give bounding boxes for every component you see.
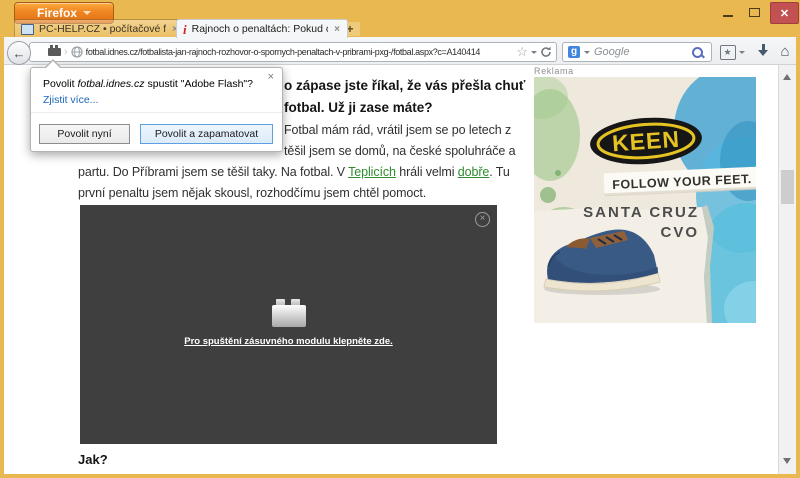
- tab-close-icon[interactable]: ×: [333, 24, 341, 35]
- idnes-favicon-icon: i: [183, 25, 187, 34]
- reload-icon[interactable]: [540, 46, 552, 58]
- tab-title: PC-HELP.CZ • počítačové fórum a pc...: [39, 23, 166, 35]
- flash-permission-popup: × Povolit fotbal.idnes.cz spustit "Adobe…: [30, 67, 283, 152]
- browser-window: Firefox ✕ PC-HELP.CZ • počítačové fórum …: [0, 0, 800, 478]
- site-name: fotbal.idnes.cz: [77, 78, 144, 90]
- tab-title: Rajnoch o penaltách: Pokud chceme ...: [192, 23, 329, 35]
- keen-ad-banner[interactable]: KEEN FOLLOW YOUR FEET. SANTA CRUZ CVO: [534, 77, 756, 323]
- scroll-down-icon[interactable]: [783, 458, 791, 468]
- ad-product-line2: CVO: [660, 224, 699, 241]
- scroll-up-icon[interactable]: [783, 70, 791, 80]
- plugin-brick-icon[interactable]: [48, 48, 61, 56]
- monitor-favicon-icon: [21, 24, 34, 35]
- search-placeholder[interactable]: Google: [594, 46, 688, 58]
- popup-message: Povolit fotbal.idnes.cz spustit "Adobe F…: [43, 78, 253, 90]
- home-button[interactable]: ⌂: [776, 41, 794, 61]
- learn-more-link[interactable]: Zjistit více...: [43, 94, 98, 106]
- ad-label: Reklama: [534, 66, 574, 76]
- minimize-button[interactable]: [716, 4, 740, 20]
- tab-rajnoch-active[interactable]: i Rajnoch o penaltách: Pokud chceme ... …: [176, 19, 348, 38]
- article-text-line: Fotbal mám rád, vrátil jsem se po letech…: [284, 123, 511, 137]
- bookmarks-panel-icon: ★: [720, 45, 736, 60]
- article-heading-line2: fotbal. Už ji zase máte?: [284, 100, 433, 115]
- article-heading-line1: o zápase jste říkal, že vás přešla chuť: [284, 78, 525, 93]
- bookmarks-panel-button[interactable]: ★: [716, 43, 748, 61]
- url-text[interactable]: fotbal.idnes.cz/fotbalista-jan-rajnoch-r…: [86, 47, 514, 57]
- google-favicon-icon: g: [568, 46, 580, 58]
- firefox-menu-label: Firefox: [37, 6, 77, 20]
- blocked-plugin-area[interactable]: × Pro spuštění zásuvného modulu klepněte…: [80, 205, 497, 444]
- search-engine-dropdown-icon[interactable]: [584, 51, 590, 57]
- downloads-button[interactable]: [754, 43, 772, 61]
- svg-text:KEEN: KEEN: [611, 126, 681, 157]
- article-text-line: partu. Do Příbrami jsem se těšil taky. N…: [78, 165, 510, 179]
- url-dropdown-icon[interactable]: [531, 51, 537, 57]
- close-icon[interactable]: ×: [268, 71, 274, 83]
- ad-text-link[interactable]: Teplicích: [348, 165, 396, 179]
- tab-pchelp[interactable]: PC-HELP.CZ • počítačové fórum a pc... ×: [14, 19, 186, 38]
- chevron-down-icon: [83, 11, 91, 19]
- scrollbar-thumb[interactable]: [781, 170, 794, 204]
- allow-now-button[interactable]: Povolit nyní: [39, 124, 130, 144]
- close-window-button[interactable]: ✕: [770, 2, 799, 24]
- maximize-icon: [749, 8, 760, 17]
- divider: [31, 112, 282, 113]
- close-icon[interactable]: ×: [475, 212, 490, 227]
- maximize-button[interactable]: [742, 4, 766, 20]
- bookmark-star-icon[interactable]: ☆: [516, 46, 528, 58]
- ad-text-link[interactable]: dobře: [458, 165, 489, 179]
- plugin-brick-icon[interactable]: [272, 305, 306, 327]
- article-text-line: první penaltu jsem nějak skousl, rozhodč…: [78, 186, 426, 200]
- allow-remember-button[interactable]: Povolit a zapamatovat: [140, 124, 273, 144]
- back-button[interactable]: ←: [7, 41, 31, 65]
- chevron-separator-icon: ›: [64, 46, 68, 58]
- activate-plugin-link[interactable]: Pro spuštění zásuvného modulu klepněte z…: [80, 336, 497, 347]
- globe-icon: [71, 46, 83, 58]
- minimize-icon: [723, 15, 733, 17]
- article-text-line: těšil jsem se domů, na české spoluhráče …: [284, 144, 515, 158]
- ad-product-line1: SANTA CRUZ: [583, 204, 699, 221]
- vertical-scrollbar[interactable]: [778, 64, 796, 474]
- chevron-down-icon: [739, 51, 745, 57]
- search-icon[interactable]: [692, 47, 703, 58]
- url-bar[interactable]: › fotbal.idnes.cz/fotbalista-jan-rajnoch…: [29, 42, 557, 62]
- navigation-toolbar: ← › fotbal.idnes.cz/fotbalista-jan-rajno…: [4, 37, 796, 65]
- article-subheading: Jak?: [78, 452, 108, 467]
- search-bar[interactable]: g Google: [562, 42, 712, 62]
